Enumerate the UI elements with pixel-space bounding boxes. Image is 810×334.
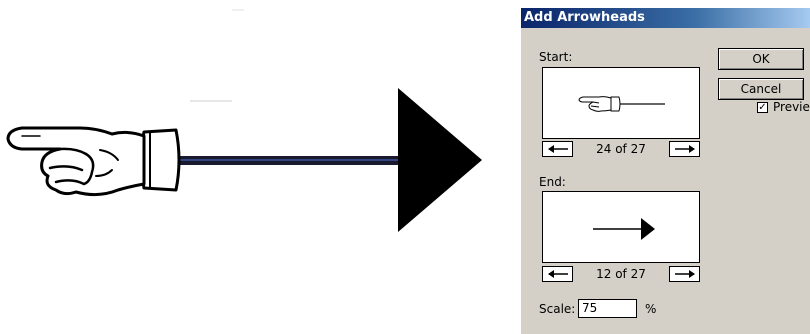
cancel-button[interactable]: Cancel: [718, 78, 804, 100]
end-preview: [542, 191, 700, 263]
scale-unit: %: [645, 302, 657, 316]
artwork-svg: [6, 9, 482, 232]
end-prev-button[interactable]: [542, 266, 573, 282]
right-arrow-icon: [674, 270, 695, 278]
start-prev-button[interactable]: [542, 141, 573, 157]
artboard[interactable]: [0, 0, 520, 334]
preview-checkbox-row[interactable]: ✓ Preview: [757, 100, 810, 114]
left-arrow-icon: [547, 145, 568, 153]
add-arrowheads-dialog: Add Arrowheads Start: 24 of 27 End: 12 o…: [520, 8, 810, 334]
end-counter: 12 of 27: [596, 267, 646, 281]
start-preview: [542, 67, 700, 139]
start-preview-svg: [578, 96, 665, 112]
preview-checkbox[interactable]: ✓: [757, 101, 768, 113]
start-next-button[interactable]: [669, 141, 700, 157]
scale-input[interactable]: 75: [578, 299, 637, 318]
start-counter: 24 of 27: [596, 142, 646, 156]
end-preview-svg: [593, 218, 655, 240]
right-arrow-icon: [674, 145, 695, 153]
ok-button[interactable]: OK: [718, 48, 804, 70]
pointing-hand-icon: [578, 96, 621, 112]
dialog-title: Add Arrowheads: [521, 8, 810, 28]
triangle-arrowhead-icon: [641, 218, 655, 240]
left-arrow-icon: [547, 270, 568, 278]
preview-label: Preview: [773, 100, 810, 114]
triangle-arrowhead-icon: [398, 88, 482, 232]
pointing-hand-icon: [6, 126, 181, 197]
end-label: End:: [539, 175, 566, 189]
end-next-button[interactable]: [669, 266, 700, 282]
start-label: Start:: [539, 50, 573, 64]
scale-label: Scale:: [539, 302, 576, 316]
